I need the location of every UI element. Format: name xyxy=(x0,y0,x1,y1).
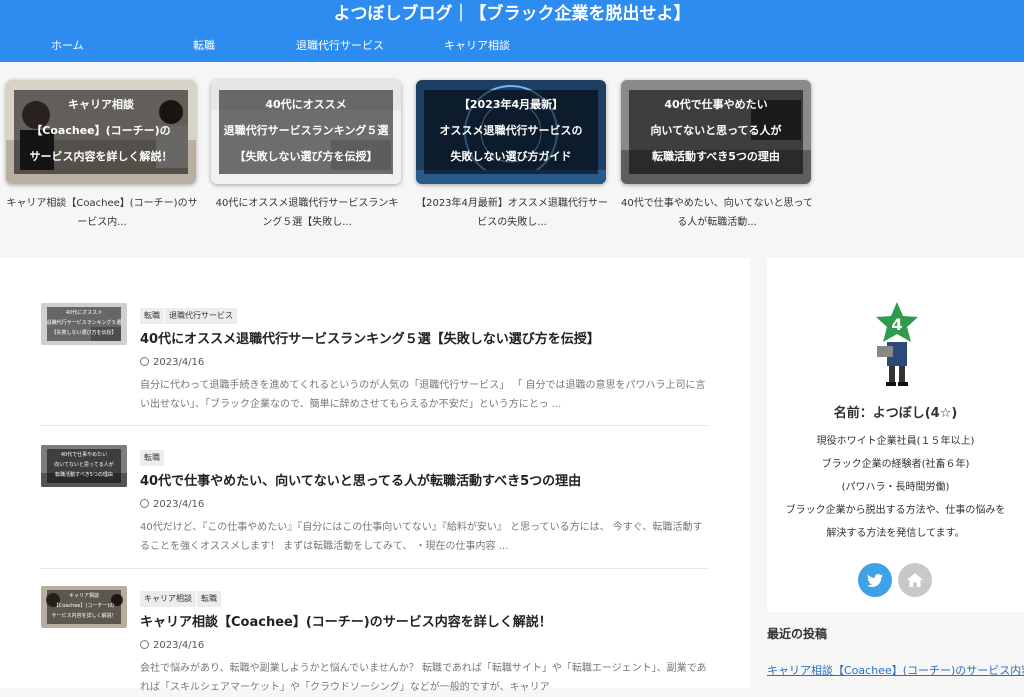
featured-card[interactable]: 40代で仕事やめたい 向いてないと思ってる人が 転職活動すべき5つの理由 40代… xyxy=(621,80,813,232)
category-tag[interactable]: 転職 xyxy=(197,591,221,607)
featured-caption[interactable]: 【2023年4月最新】オススメ退職代行サービスの失敗し... xyxy=(416,194,608,232)
recent-posts-heading: 最近の投稿 xyxy=(767,627,828,641)
post-thumb-text: 40代で仕事やめたい 向いてないと思ってる人が 転職活動すべき5つの理由 xyxy=(54,452,114,478)
post-excerpt: 40代だけど、『この仕事やめたい』『自分にはこの仕事向いてない』『給料が安い』 … xyxy=(140,522,703,552)
svg-text:4: 4 xyxy=(891,315,902,334)
featured-caption[interactable]: 40代で仕事やめたい、向いてないと思ってる人が転職活動... xyxy=(621,194,813,232)
post-body: 転職 退職代行サービス 40代にオススメ退職代行サービスランキング５選【失敗しない… xyxy=(140,303,708,414)
profile-description: 現役ホワイト企業社員(１５年以上) ブラック企業の経験者(社畜６年) (パワハラ… xyxy=(785,436,1006,539)
site-title[interactable]: よつぼしブログ｜【ブラック企業を脱出せよ】 xyxy=(0,2,1024,26)
post-thumbnail[interactable]: 40代で仕事やめたい 向いてないと思ってる人が 転職活動すべき5つの理由 xyxy=(41,445,127,487)
nav-item-resignation-service[interactable]: 退職代行サービス xyxy=(296,36,384,56)
home-icon xyxy=(907,573,923,587)
post-categories: 転職 退職代行サービス xyxy=(140,303,708,324)
post-date: 2023/4/16 xyxy=(140,498,708,512)
featured-thumb-text: 【2023年4月最新】 オススメ退職代行サービスの 失敗しない選び方ガイド xyxy=(439,98,583,163)
twitter-bird-icon xyxy=(867,574,883,587)
featured-thumbnail[interactable]: キャリア相談 【Coachee】(コーチー)の サービス内容を詳しく解説！ xyxy=(6,80,196,184)
clock-icon xyxy=(140,357,149,366)
post-list: 40代にオススメ 退職代行サービスランキング５選 【失敗しない選び方を伝授】 転… xyxy=(0,258,750,693)
post-categories: キャリア相談 転職 xyxy=(140,586,708,607)
post-thumb-text: キャリア相談 【Coachee】(コーチー)の サービス内容を詳しく解説！ xyxy=(51,593,117,619)
star-character-avatar: 4 xyxy=(876,302,918,386)
nav-item-job-change[interactable]: 転職 xyxy=(193,36,215,56)
post-categories: 転職 xyxy=(140,445,708,466)
global-nav: ホーム 転職 退職代行サービス キャリア相談 xyxy=(0,36,1024,58)
nav-item-home[interactable]: ホーム xyxy=(51,36,84,56)
category-tag[interactable]: 退職代行サービス xyxy=(165,308,237,324)
featured-caption[interactable]: キャリア相談【Coachee】(コーチー)のサービス内... xyxy=(6,194,198,232)
clock-icon xyxy=(140,499,149,508)
post-thumb-text: 40代にオススメ 退職代行サービスランキング５選 【失敗しない選び方を伝授】 xyxy=(46,310,122,336)
post-divider xyxy=(41,568,708,569)
post-thumbnail[interactable]: キャリア相談 【Coachee】(コーチー)の サービス内容を詳しく解説！ xyxy=(41,586,127,628)
featured-thumb-text: 40代で仕事やめたい 向いてないと思ってる人が 転職活動すべき5つの理由 xyxy=(650,98,782,163)
home-button[interactable] xyxy=(898,563,932,597)
featured-card[interactable]: 40代にオススメ 退職代行サービスランキング５選 【失敗しない選び方を伝授】 4… xyxy=(211,80,403,232)
post-title[interactable]: 40代で仕事やめたい、向いてないと思ってる人が転職活動すべき5つの理由 xyxy=(140,472,708,492)
featured-thumbnail[interactable]: 40代で仕事やめたい 向いてないと思ってる人が 転職活動すべき5つの理由 xyxy=(621,80,811,184)
featured-thumbnail[interactable]: 40代にオススメ 退職代行サービスランキング５選 【失敗しない選び方を伝授】 xyxy=(211,80,401,184)
post-thumbnail[interactable]: 40代にオススメ 退職代行サービスランキング５選 【失敗しない選び方を伝授】 xyxy=(41,303,127,345)
post-body: 転職 40代で仕事やめたい、向いてないと思ってる人が転職活動すべき5つの理由 2… xyxy=(140,445,708,556)
category-tag[interactable]: 転職 xyxy=(140,450,164,466)
clock-icon xyxy=(140,640,149,649)
post-title[interactable]: 40代にオススメ退職代行サービスランキング５選【失敗しない選び方を伝授】 xyxy=(140,330,708,350)
featured-thumb-text: キャリア相談 【Coachee】(コーチー)の サービス内容を詳しく解説！ xyxy=(29,98,173,163)
featured-card[interactable]: 【2023年4月最新】 オススメ退職代行サービスの 失敗しない選び方ガイド 【2… xyxy=(416,80,608,232)
category-tag[interactable]: 転職 xyxy=(140,308,164,324)
post-excerpt: 会社で悩みがあり、転職や副業しようかと悩んでいませんか？ 転職であれば「転職サイ… xyxy=(140,663,707,693)
post-excerpt: 自分に代わって退職手続きを進めてくれるというのが人気の「退職代行サービス」 「 … xyxy=(140,380,706,410)
featured-card[interactable]: キャリア相談 【Coachee】(コーチー)の サービス内容を詳しく解説！ キャ… xyxy=(6,80,198,232)
post-date: 2023/4/16 xyxy=(140,639,708,653)
profile-widget: 4 名前：よつぼし(4☆) 現役ホワイト企業社員(１５年以上) ブラック企業の経… xyxy=(767,258,1024,612)
post-divider xyxy=(41,425,708,426)
post-body: キャリア相談 転職 キャリア相談【Coachee】(コーチー)のサービス内容を詳し… xyxy=(140,586,708,697)
featured-thumbnail[interactable]: 【2023年4月最新】 オススメ退職代行サービスの 失敗しない選び方ガイド xyxy=(416,80,606,184)
featured-thumb-text: 40代にオススメ 退職代行サービスランキング５選 【失敗しない選び方を伝授】 xyxy=(223,98,389,163)
twitter-button[interactable] xyxy=(858,563,892,597)
recent-post-link[interactable]: キャリア相談【Coachee】(コーチー)のサービス内容を詳しく解説！ xyxy=(767,662,1024,678)
profile-name: 名前：よつぼし(4☆) xyxy=(833,406,958,421)
post-title[interactable]: キャリア相談【Coachee】(コーチー)のサービス内容を詳しく解説！ xyxy=(140,613,708,633)
post-date: 2023/4/16 xyxy=(140,356,708,370)
nav-item-career-consult[interactable]: キャリア相談 xyxy=(444,36,510,56)
featured-caption[interactable]: 40代にオススメ退職代行サービスランキング５選【失敗し... xyxy=(211,194,403,232)
featured-carousel: キャリア相談 【Coachee】(コーチー)の サービス内容を詳しく解説！ キャ… xyxy=(0,62,1024,258)
category-tag[interactable]: キャリア相談 xyxy=(140,591,196,607)
site-header: よつぼしブログ｜【ブラック企業を脱出せよ】 ホーム 転職 退職代行サービス キャ… xyxy=(0,0,1024,62)
